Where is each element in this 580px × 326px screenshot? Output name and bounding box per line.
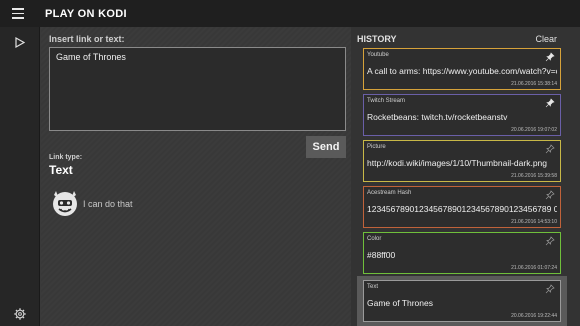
history-panel: HISTORY Clear Youtube A call to arms: ht… bbox=[351, 27, 580, 326]
pin-outline-icon[interactable] bbox=[545, 190, 555, 200]
history-item-text: http://kodi.wiki/images/1/10/Thumbnail-d… bbox=[367, 158, 548, 168]
history-item-text: 123456789012345678901234567890123456789 … bbox=[367, 204, 557, 214]
history-item-category: Text bbox=[367, 284, 379, 290]
history-item-time: 20.06.2016 19:07:02 bbox=[511, 127, 557, 133]
history-item-text: #88ff00 bbox=[367, 250, 396, 260]
settings-button[interactable] bbox=[0, 301, 40, 326]
history-item-text: Game of Thrones bbox=[367, 298, 433, 308]
link-type-label: Link type: bbox=[49, 154, 83, 161]
history-item-time: 21.06.2016 15:39:58 bbox=[511, 173, 557, 179]
history-item-category: Color bbox=[367, 236, 382, 242]
main-panel: Insert link or text: Game of Thrones Sen… bbox=[41, 27, 351, 326]
pin-outline-icon[interactable] bbox=[545, 144, 555, 154]
gear-icon bbox=[14, 308, 26, 320]
history-item[interactable]: Twitch Stream Rocketbeans: twitch.tv/roc… bbox=[363, 94, 561, 136]
history-item[interactable]: Color #88ff00 21.06.2016 01:07:24 bbox=[363, 232, 561, 274]
history-item-category: Twitch Stream bbox=[367, 98, 406, 104]
play-icon bbox=[15, 36, 25, 48]
history-item-category: Youtube bbox=[367, 52, 389, 58]
link-text-input[interactable]: Game of Thrones bbox=[49, 47, 346, 131]
history-item-selected[interactable]: Text Game of Thrones 20.06.2016 19:22:44 bbox=[363, 280, 561, 322]
send-button[interactable]: Send bbox=[306, 136, 346, 158]
history-item-category: Picture bbox=[367, 144, 386, 150]
app-title: PLAY ON KODI bbox=[45, 7, 127, 20]
history-title: HISTORY bbox=[357, 34, 397, 44]
history-item-text: A call to arms: https://www.youtube.com/… bbox=[367, 66, 557, 76]
pin-icon[interactable] bbox=[545, 98, 555, 108]
history-item-time: 21.06.2016 01:07:24 bbox=[511, 265, 557, 271]
link-type-value: Text bbox=[49, 163, 73, 177]
pin-outline-icon[interactable] bbox=[545, 236, 555, 246]
hamburger-menu-icon[interactable] bbox=[4, 0, 31, 27]
clear-history-button[interactable]: Clear bbox=[535, 34, 557, 44]
navigation-rail bbox=[0, 27, 40, 326]
history-item[interactable]: Acestream Hash 1234567890123456789012345… bbox=[363, 186, 561, 228]
pin-icon[interactable] bbox=[545, 52, 555, 62]
history-item-time: 21.06.2016 15:38:14 bbox=[511, 81, 557, 87]
history-item[interactable]: Youtube A call to arms: https://www.yout… bbox=[363, 48, 561, 90]
history-item-time: 20.06.2016 19:22:44 bbox=[511, 313, 557, 319]
history-item-category: Acestream Hash bbox=[367, 190, 412, 196]
title-bar: PLAY ON KODI bbox=[0, 0, 580, 27]
mascot-message: I can do that bbox=[83, 199, 133, 209]
mascot-icon bbox=[53, 191, 77, 216]
pin-outline-icon[interactable] bbox=[545, 284, 555, 294]
history-item-time: 21.06.2016 14:53:10 bbox=[511, 219, 557, 225]
history-item[interactable]: Picture http://kodi.wiki/images/1/10/Thu… bbox=[363, 140, 561, 182]
play-nav-button[interactable] bbox=[0, 29, 40, 55]
insert-label: Insert link or text: bbox=[49, 34, 125, 44]
history-item-text: Rocketbeans: twitch.tv/rocketbeanstv bbox=[367, 112, 508, 122]
